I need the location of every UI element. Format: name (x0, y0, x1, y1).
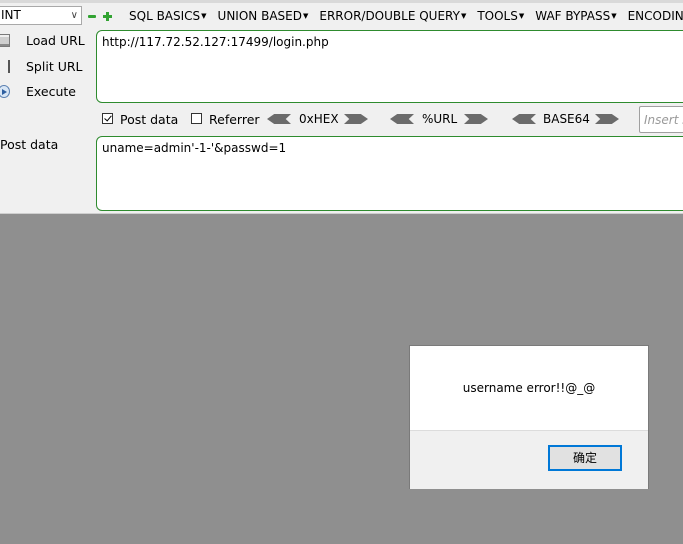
menu-sql-basics[interactable]: SQL BASICS▼ (129, 9, 207, 23)
base64-label: BASE64 (543, 112, 590, 126)
post-data-checkbox[interactable] (102, 113, 113, 124)
hex-label: 0xHEX (299, 112, 339, 126)
version-select-value: INT (1, 8, 21, 22)
post-data-checkbox-label: Post data (120, 112, 179, 127)
split-url-label: Split URL (26, 58, 83, 74)
hex-encode-arrow-icon[interactable] (344, 114, 368, 124)
menu-error-double-query[interactable]: ERROR/DOUBLE QUERY▼ (319, 9, 466, 23)
hex-decode-arrow-icon[interactable] (267, 114, 291, 124)
menu-encoding[interactable]: ENCODING▼ (628, 9, 683, 23)
split-url-icon (0, 59, 10, 73)
insert-string-input[interactable]: Insert s (639, 106, 683, 133)
alert-dialog: username error!!@_@ 确定 (409, 345, 649, 489)
load-url-icon (0, 33, 10, 47)
alert-message: username error!!@_@ (462, 381, 596, 395)
plus-icon[interactable] (103, 11, 112, 21)
caret-down-icon: ▼ (201, 12, 207, 20)
minus-icon[interactable] (88, 12, 97, 21)
url-encode-arrow-icon[interactable] (464, 114, 488, 124)
ok-button[interactable]: 确定 (548, 445, 622, 471)
url-value: http://117.72.52.127:17499/login.php (102, 35, 329, 49)
url-decode-arrow-icon[interactable] (390, 114, 414, 124)
referrer-checkbox-label: Referrer (209, 112, 260, 127)
post-data-label: Post data (0, 137, 59, 152)
referrer-checkbox[interactable] (191, 113, 202, 124)
execute-label: Execute (26, 83, 76, 99)
menu-tools[interactable]: TOOLS▼ (477, 9, 524, 23)
hackbar-panel: INT ∨ SQL BASICS▼ UNION BASED▼ ERROR/DOU… (0, 0, 683, 214)
insert-string-placeholder: Insert s (644, 113, 683, 127)
execute-icon (0, 84, 10, 98)
caret-down-icon: ▼ (302, 12, 309, 20)
caret-down-icon: ▼ (611, 12, 617, 20)
version-select[interactable]: INT ∨ (0, 6, 82, 25)
post-data-input[interactable]: uname=admin'-1-'&passwd=1 (96, 136, 683, 211)
url-enc-label: %URL (422, 112, 458, 126)
menu-waf-bypass[interactable]: WAF BYPASS▼ (535, 9, 616, 23)
url-input[interactable]: http://117.72.52.127:17499/login.php (96, 30, 683, 103)
base64-decode-arrow-icon[interactable] (512, 114, 536, 124)
menu-bar: SQL BASICS▼ UNION BASED▼ ERROR/DOUBLE QU… (88, 6, 683, 26)
caret-down-icon: ▼ (518, 12, 525, 20)
load-url-label: Load URL (26, 32, 85, 48)
base64-encode-arrow-icon[interactable] (595, 114, 619, 124)
menu-union-based[interactable]: UNION BASED▼ (218, 9, 309, 23)
chevron-down-icon: ∨ (70, 10, 78, 21)
caret-down-icon: ▼ (460, 12, 467, 20)
top-strip (0, 0, 683, 3)
post-data-value: uname=admin'-1-'&passwd=1 (102, 141, 287, 155)
alert-footer: 确定 (410, 430, 648, 489)
